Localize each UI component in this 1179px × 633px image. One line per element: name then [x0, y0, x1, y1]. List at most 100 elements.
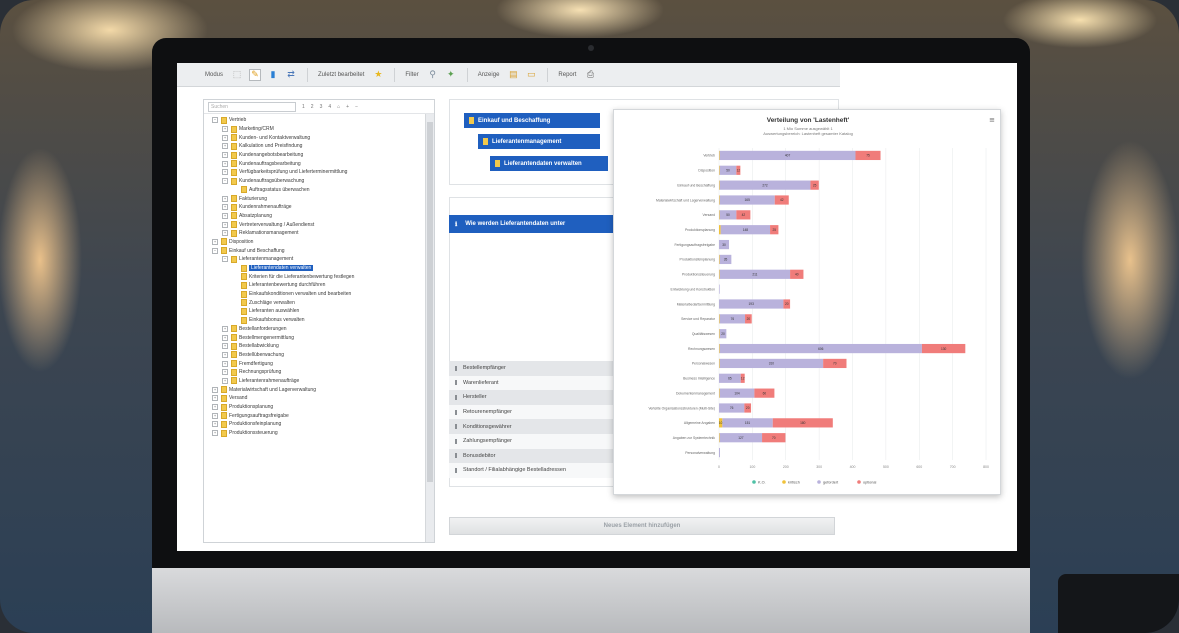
- tree-node[interactable]: + Fremdfertigung: [204, 359, 434, 368]
- expand-toggle-icon[interactable]: +: [222, 325, 228, 332]
- bar-segment[interactable]: [719, 329, 720, 339]
- drag-handle-icon[interactable]: [455, 409, 457, 415]
- tree-node[interactable]: + Produktionsplanung: [204, 403, 434, 412]
- tree-node[interactable]: + Kalkulation und Preisfindung: [204, 142, 434, 151]
- drag-handle-icon[interactable]: [455, 467, 457, 473]
- breadcrumb-level-2[interactable]: Lieferantenmanagement: [478, 134, 600, 149]
- bar-segment[interactable]: [719, 269, 720, 279]
- bar-segment[interactable]: [719, 388, 720, 398]
- expand-toggle-icon[interactable]: +: [222, 143, 228, 150]
- expand-toggle-icon[interactable]: +: [222, 369, 228, 376]
- bar-segment[interactable]: [719, 225, 721, 235]
- breadcrumb-level-1[interactable]: Einkauf und Beschaffung: [464, 113, 600, 128]
- select-mode-icon[interactable]: ⬚: [231, 69, 243, 81]
- bar-segment[interactable]: [719, 284, 720, 294]
- tree-node[interactable]: − Kundenauftragsüberwachung: [204, 177, 434, 186]
- expand-toggle-icon[interactable]: +: [222, 169, 228, 176]
- filter-add-icon[interactable]: ✦: [445, 69, 457, 81]
- bar-segment[interactable]: [719, 254, 720, 265]
- tree-node[interactable]: + Materialwirtschaft und Lagerverwaltung: [204, 385, 434, 394]
- tree-node[interactable]: + Kundenauftragsbearbeitung: [204, 159, 434, 168]
- collapse-toggle-icon[interactable]: −: [212, 247, 218, 254]
- expand-toggle-icon[interactable]: +: [212, 238, 218, 245]
- tree-node[interactable]: + Vertreterverwaltung / Außendienst: [204, 220, 434, 229]
- bar-segment[interactable]: [719, 165, 720, 175]
- tree-node[interactable]: + Reklamationsmanagement: [204, 229, 434, 238]
- expand-toggle-icon[interactable]: +: [212, 395, 218, 402]
- breadcrumb-level-3[interactable]: Lieferantendaten verwalten: [490, 156, 608, 171]
- tree-node[interactable]: + Bestellüberwachung: [204, 351, 434, 360]
- expand-toggle-icon[interactable]: +: [222, 360, 228, 367]
- bar-segment[interactable]: [719, 343, 720, 354]
- tree-node[interactable]: Lieferantendaten verwalten: [204, 264, 434, 273]
- level-3-button[interactable]: 3: [320, 104, 323, 110]
- expand-toggle-icon[interactable]: +: [212, 421, 218, 428]
- tree-node[interactable]: + Kundenrahmenaufträge: [204, 203, 434, 212]
- expand-toggle-icon[interactable]: +: [222, 160, 228, 167]
- bar-segment[interactable]: [719, 150, 720, 161]
- expand-toggle-icon[interactable]: +: [222, 343, 228, 350]
- tree-node[interactable]: + Produktionssteuerung: [204, 429, 434, 438]
- compare-mode-icon[interactable]: ⇄: [285, 69, 297, 81]
- bar-segment[interactable]: [719, 433, 720, 443]
- tree-scrollbar[interactable]: [425, 114, 434, 542]
- tree-node[interactable]: Einkaufsbonus verwalten: [204, 316, 434, 325]
- expand-toggle-icon[interactable]: +: [212, 404, 218, 411]
- tree-node[interactable]: − Einkauf und Beschaffung: [204, 246, 434, 255]
- expand-toggle-icon[interactable]: +: [212, 386, 218, 393]
- tree-scrollbar-thumb[interactable]: [427, 122, 433, 482]
- edit-mode-icon[interactable]: ✎: [249, 68, 262, 81]
- bar-segment[interactable]: [719, 210, 720, 220]
- tree-node[interactable]: + Lieferantenrahmenaufträge: [204, 377, 434, 386]
- chart-mode-icon[interactable]: ▮: [267, 69, 279, 81]
- tree-node[interactable]: + Kundenangebotsbearbeitung: [204, 151, 434, 160]
- level-2-button[interactable]: 2: [311, 104, 314, 110]
- legend-label[interactable]: kritisch: [788, 480, 800, 484]
- tree-node[interactable]: Einkaufskonditionen verwalten und bearbe…: [204, 290, 434, 299]
- legend-label[interactable]: gefordert: [823, 480, 839, 484]
- expand-toggle-icon[interactable]: +: [222, 212, 228, 219]
- legend-label[interactable]: K.O.: [758, 480, 766, 484]
- bar-segment[interactable]: [719, 314, 720, 324]
- expand-toggle-icon[interactable]: +: [222, 204, 228, 211]
- collapse-toggle-icon[interactable]: −: [222, 178, 228, 185]
- expand-toggle-icon[interactable]: +: [222, 351, 228, 358]
- expand-toggle-icon[interactable]: +: [222, 221, 228, 228]
- drag-handle-icon[interactable]: [455, 380, 457, 386]
- drag-handle-icon[interactable]: [455, 365, 457, 371]
- tree-node[interactable]: + Absatzplanung: [204, 212, 434, 221]
- collapse-icon[interactable]: −: [355, 104, 358, 110]
- home-icon[interactable]: ⌂: [337, 104, 340, 110]
- tree-node[interactable]: Zuschläge verwalten: [204, 298, 434, 307]
- expand-icon[interactable]: +: [346, 104, 349, 110]
- drag-handle-icon[interactable]: [455, 424, 457, 430]
- level-1-button[interactable]: 1: [302, 104, 305, 110]
- print-icon[interactable]: ⎙: [584, 69, 596, 81]
- bar-segment[interactable]: [719, 447, 721, 458]
- tree-node[interactable]: + Bestellabwicklung: [204, 342, 434, 351]
- tree-node[interactable]: + Bestellanforderungen: [204, 325, 434, 334]
- bar-segment[interactable]: [719, 195, 720, 205]
- tree-search-input[interactable]: Suchen: [208, 101, 296, 112]
- collapse-toggle-icon[interactable]: −: [222, 256, 228, 263]
- tree-node[interactable]: + Fertigungsauftragsfreigabe: [204, 411, 434, 420]
- tree-node[interactable]: + Rechnungsprüfung: [204, 368, 434, 377]
- collapse-toggle-icon[interactable]: −: [212, 117, 218, 124]
- expand-toggle-icon[interactable]: +: [222, 195, 228, 202]
- expand-toggle-icon[interactable]: +: [212, 412, 218, 419]
- tree-node[interactable]: Kriterien für die Lieferantenbewertung f…: [204, 272, 434, 281]
- expand-toggle-icon[interactable]: +: [222, 230, 228, 237]
- tree-node[interactable]: + Produktionsfeinplanung: [204, 420, 434, 429]
- comment-icon[interactable]: ▭: [525, 69, 537, 81]
- expand-toggle-icon[interactable]: +: [212, 430, 218, 437]
- drag-handle-icon[interactable]: [455, 394, 457, 400]
- tree-node[interactable]: − Vertrieb: [204, 116, 434, 125]
- legend-label[interactable]: optional: [863, 480, 876, 484]
- expand-toggle-icon[interactable]: +: [222, 152, 228, 159]
- tree-node[interactable]: + Fakturierung: [204, 194, 434, 203]
- tree-node[interactable]: + Marketing/CRM: [204, 125, 434, 134]
- tree-node[interactable]: Lieferanten auswählen: [204, 307, 434, 316]
- expand-toggle-icon[interactable]: +: [222, 134, 228, 141]
- add-element-button[interactable]: Neues Element hinzufügen: [449, 517, 835, 535]
- chart-menu-icon[interactable]: ≡: [989, 116, 995, 124]
